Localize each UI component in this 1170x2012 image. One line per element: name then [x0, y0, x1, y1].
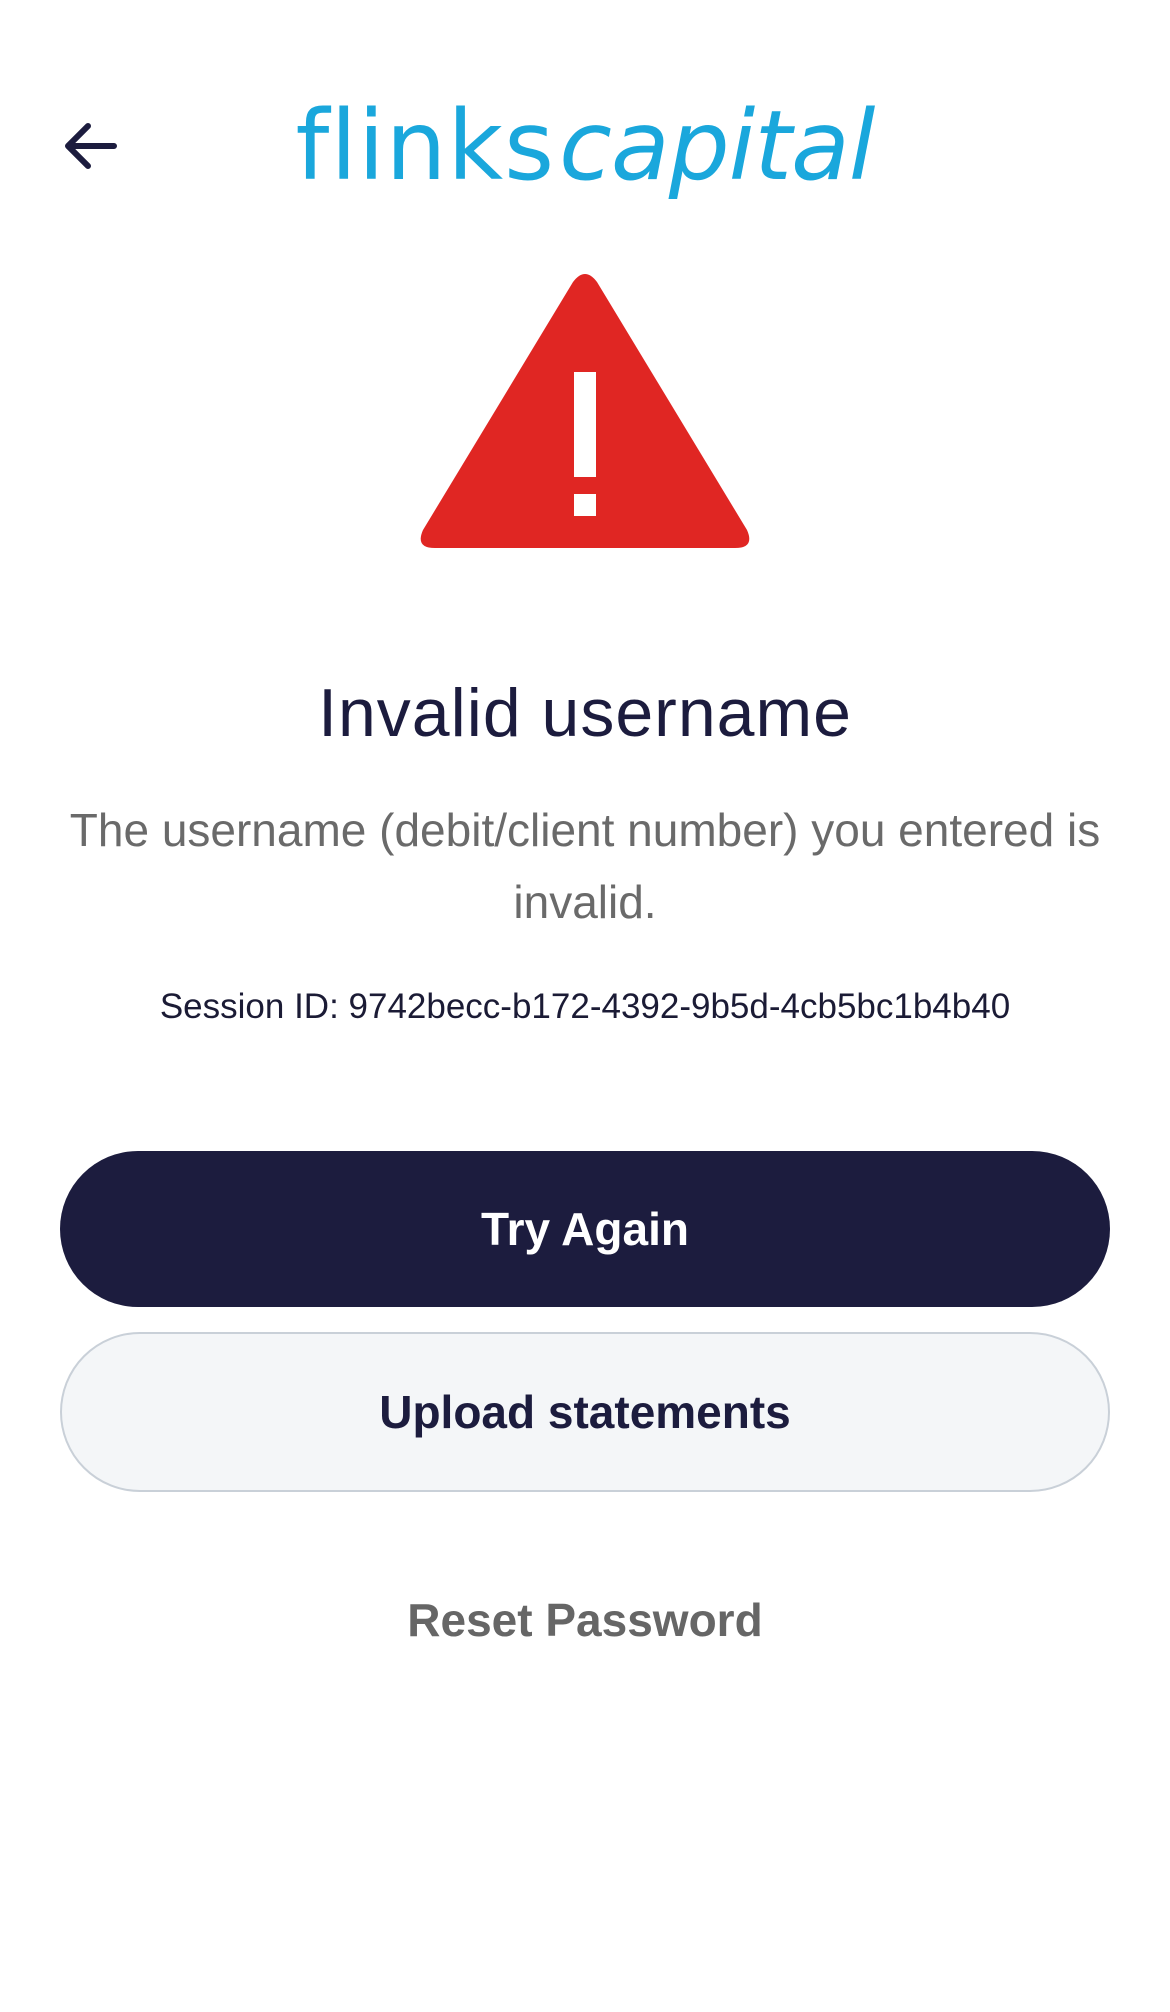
upload-statements-button[interactable]: Upload statements — [60, 1332, 1110, 1492]
upload-statements-label: Upload statements — [379, 1386, 791, 1438]
flinks-capital-logo: flinkscapital — [0, 86, 1170, 206]
try-again-label: Try Again — [481, 1203, 689, 1255]
error-title: Invalid username — [318, 675, 852, 751]
logo-text-flinks: flinks — [295, 90, 556, 202]
warning-triangle-icon — [420, 274, 750, 548]
session-id: Session ID: 9742becc-b172-4392-9b5d-4cb5… — [159, 987, 1011, 1026]
reset-password-link[interactable]: Reset Password — [0, 1590, 1170, 1650]
try-again-button[interactable]: Try Again — [60, 1151, 1110, 1307]
logo-text-capital: capital — [559, 90, 875, 202]
error-message: The username (debit/client number) you e… — [69, 804, 1101, 928]
